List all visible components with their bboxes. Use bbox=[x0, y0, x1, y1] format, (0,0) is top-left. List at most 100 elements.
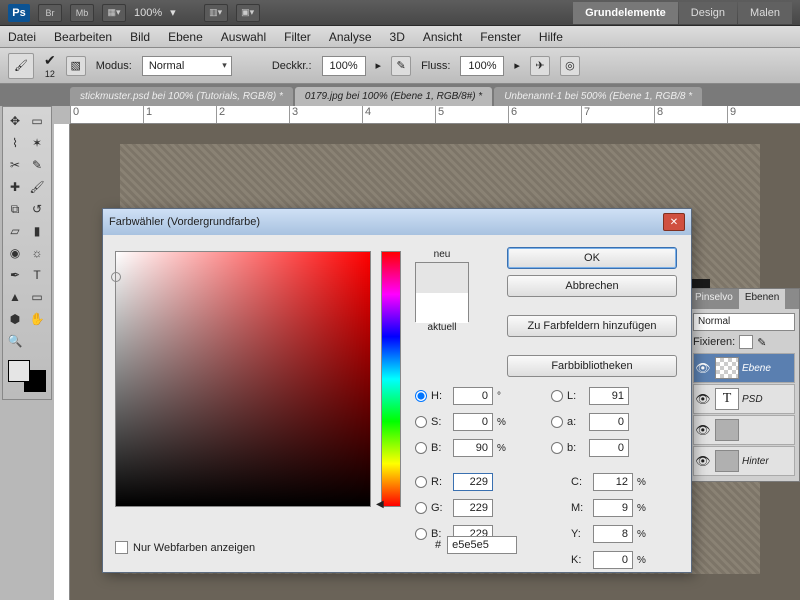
brush-panel-toggle-icon[interactable]: ▧ bbox=[66, 56, 86, 76]
blend-mode-dropdown[interactable]: Normal bbox=[142, 56, 232, 76]
menu-analyse[interactable]: Analyse bbox=[329, 30, 372, 44]
menu-fenster[interactable]: Fenster bbox=[480, 30, 521, 44]
doc-tab-stickmuster[interactable]: stickmuster.psd bei 100% (Tutorials, RGB… bbox=[70, 87, 293, 106]
marquee-tool[interactable]: ▭ bbox=[27, 111, 47, 131]
pen-tool[interactable]: ✒ bbox=[5, 265, 25, 285]
lock-brush-icon[interactable]: ✎ bbox=[757, 336, 766, 349]
radio-a[interactable] bbox=[551, 416, 563, 428]
a-input[interactable]: 0 bbox=[589, 413, 629, 431]
type-tool[interactable]: T bbox=[27, 265, 47, 285]
pressure-size-icon[interactable]: ◎ bbox=[560, 56, 580, 76]
current-color-swatch[interactable] bbox=[416, 293, 468, 323]
crop-tool[interactable]: ✂ bbox=[5, 155, 25, 175]
ok-button[interactable]: OK bbox=[507, 247, 677, 269]
workspace-tab-design[interactable]: Design bbox=[679, 2, 737, 24]
layer-blendmode-dropdown[interactable]: Normal bbox=[693, 313, 795, 331]
layer-row-pattern[interactable]: 👁 bbox=[693, 415, 795, 445]
radio-g[interactable] bbox=[415, 502, 427, 514]
hand-tool[interactable]: ✋ bbox=[27, 309, 47, 329]
visibility-icon[interactable]: 👁 bbox=[694, 392, 712, 406]
b-hsb-input[interactable]: 90 bbox=[453, 439, 493, 457]
menu-filter[interactable]: Filter bbox=[284, 30, 311, 44]
c-input[interactable]: 12 bbox=[593, 473, 633, 491]
menu-auswahl[interactable]: Auswahl bbox=[221, 30, 266, 44]
quickselect-tool[interactable]: ✶ bbox=[27, 133, 47, 153]
layer-row-ebene[interactable]: 👁 Ebene bbox=[693, 353, 795, 383]
history-brush-tool[interactable]: ↺ bbox=[27, 199, 47, 219]
opacity-flyout-icon[interactable]: ▸ bbox=[376, 59, 382, 72]
menu-ebene[interactable]: Ebene bbox=[168, 30, 203, 44]
b-lab-input[interactable]: 0 bbox=[589, 439, 629, 457]
radio-b-lab[interactable] bbox=[551, 442, 563, 454]
visibility-icon[interactable]: 👁 bbox=[694, 361, 712, 375]
k-input[interactable]: 0 bbox=[593, 551, 633, 569]
visibility-icon[interactable]: 👁 bbox=[694, 454, 712, 468]
hue-slider[interactable]: ◀ bbox=[381, 251, 401, 507]
shape-tool[interactable]: ▭ bbox=[27, 287, 47, 307]
saturation-value-field[interactable] bbox=[115, 251, 371, 507]
eraser-tool[interactable]: ▱ bbox=[5, 221, 25, 241]
flow-input[interactable]: 100% bbox=[460, 56, 504, 76]
color-libraries-button[interactable]: Farbbibliotheken bbox=[507, 355, 677, 377]
blur-tool[interactable]: ◉ bbox=[5, 243, 25, 263]
menu-ansicht[interactable]: Ansicht bbox=[423, 30, 462, 44]
bridge-button[interactable]: Br bbox=[38, 4, 62, 22]
brush-tool-preset-icon[interactable]: 🖌 bbox=[8, 53, 34, 79]
radio-s[interactable] bbox=[415, 416, 427, 428]
zoom-caret-icon[interactable]: ▾ bbox=[170, 6, 176, 19]
h-input[interactable]: 0 bbox=[453, 387, 493, 405]
doc-tab-unbenannt[interactable]: Unbenannt-1 bei 500% (Ebene 1, RGB/8 * bbox=[494, 87, 702, 106]
stamp-tool[interactable]: ⧉ bbox=[5, 199, 25, 219]
screenmode-button[interactable]: ▣▾ bbox=[236, 4, 260, 22]
s-input[interactable]: 0 bbox=[453, 413, 493, 431]
healing-tool[interactable]: ✚ bbox=[5, 177, 25, 197]
color-swatches[interactable] bbox=[5, 357, 49, 395]
radio-h[interactable] bbox=[415, 390, 427, 402]
pressure-opacity-icon[interactable]: ✎ bbox=[391, 56, 411, 76]
r-input[interactable]: 229 bbox=[453, 473, 493, 491]
close-button[interactable]: ✕ bbox=[663, 213, 685, 231]
tab-pinselvorgaben[interactable]: Pinselvo bbox=[689, 289, 739, 309]
path-select-tool[interactable]: ▲ bbox=[5, 287, 25, 307]
lasso-tool[interactable]: ⌇ bbox=[5, 133, 25, 153]
zoom-level[interactable]: 100% bbox=[134, 7, 162, 19]
airbrush-icon[interactable]: ✈ bbox=[530, 56, 550, 76]
radio-b-rgb[interactable] bbox=[415, 528, 427, 540]
gradient-tool[interactable]: ▮ bbox=[27, 221, 47, 241]
radio-b-hsb[interactable] bbox=[415, 442, 427, 454]
l-input[interactable]: 91 bbox=[589, 387, 629, 405]
opacity-input[interactable]: 100% bbox=[322, 56, 366, 76]
brush-tool[interactable]: 🖌 bbox=[27, 177, 47, 197]
checkbox-icon[interactable] bbox=[115, 541, 128, 554]
dodge-tool[interactable]: ☼ bbox=[27, 243, 47, 263]
web-colors-checkbox[interactable]: Nur Webfarben anzeigen bbox=[115, 541, 255, 554]
move-tool[interactable]: ✥ bbox=[5, 111, 25, 131]
radio-l[interactable] bbox=[551, 390, 563, 402]
foreground-color-swatch[interactable] bbox=[8, 360, 30, 382]
minibridge-button[interactable]: Mb bbox=[70, 4, 94, 22]
zoom-tool[interactable]: 🔍 bbox=[5, 331, 25, 351]
menu-bearbeiten[interactable]: Bearbeiten bbox=[54, 30, 112, 44]
workspace-tab-grundelemente[interactable]: Grundelemente bbox=[573, 2, 678, 24]
visibility-icon[interactable]: 👁 bbox=[694, 423, 712, 437]
menu-hilfe[interactable]: Hilfe bbox=[539, 30, 563, 44]
add-swatch-button[interactable]: Zu Farbfeldern hinzufügen bbox=[507, 315, 677, 337]
hex-input[interactable]: e5e5e5 bbox=[447, 536, 517, 554]
doc-tab-0179[interactable]: 0179.jpg bei 100% (Ebene 1, RGB/8#) * bbox=[295, 87, 492, 106]
layer-row-psd[interactable]: 👁 T PSD bbox=[693, 384, 795, 414]
arrange-button[interactable]: ▥▾ bbox=[204, 4, 228, 22]
g-input[interactable]: 229 bbox=[453, 499, 493, 517]
menu-bild[interactable]: Bild bbox=[130, 30, 150, 44]
3d-tool[interactable]: ⬢ bbox=[5, 309, 25, 329]
layer-row-hintergrund[interactable]: 👁 Hinter bbox=[693, 446, 795, 476]
radio-r[interactable] bbox=[415, 476, 427, 488]
tab-ebenen[interactable]: Ebenen bbox=[739, 289, 785, 309]
workspace-tab-malen[interactable]: Malen bbox=[738, 2, 792, 24]
cancel-button[interactable]: Abbrechen bbox=[507, 275, 677, 297]
view-extras-button[interactable]: ▦▾ bbox=[102, 4, 126, 22]
dialog-titlebar[interactable]: Farbwähler (Vordergrundfarbe) ✕ bbox=[103, 209, 691, 235]
m-input[interactable]: 9 bbox=[593, 499, 633, 517]
menu-3d[interactable]: 3D bbox=[390, 30, 405, 44]
flow-flyout-icon[interactable]: ▸ bbox=[514, 59, 520, 72]
menu-datei[interactable]: Datei bbox=[8, 30, 36, 44]
